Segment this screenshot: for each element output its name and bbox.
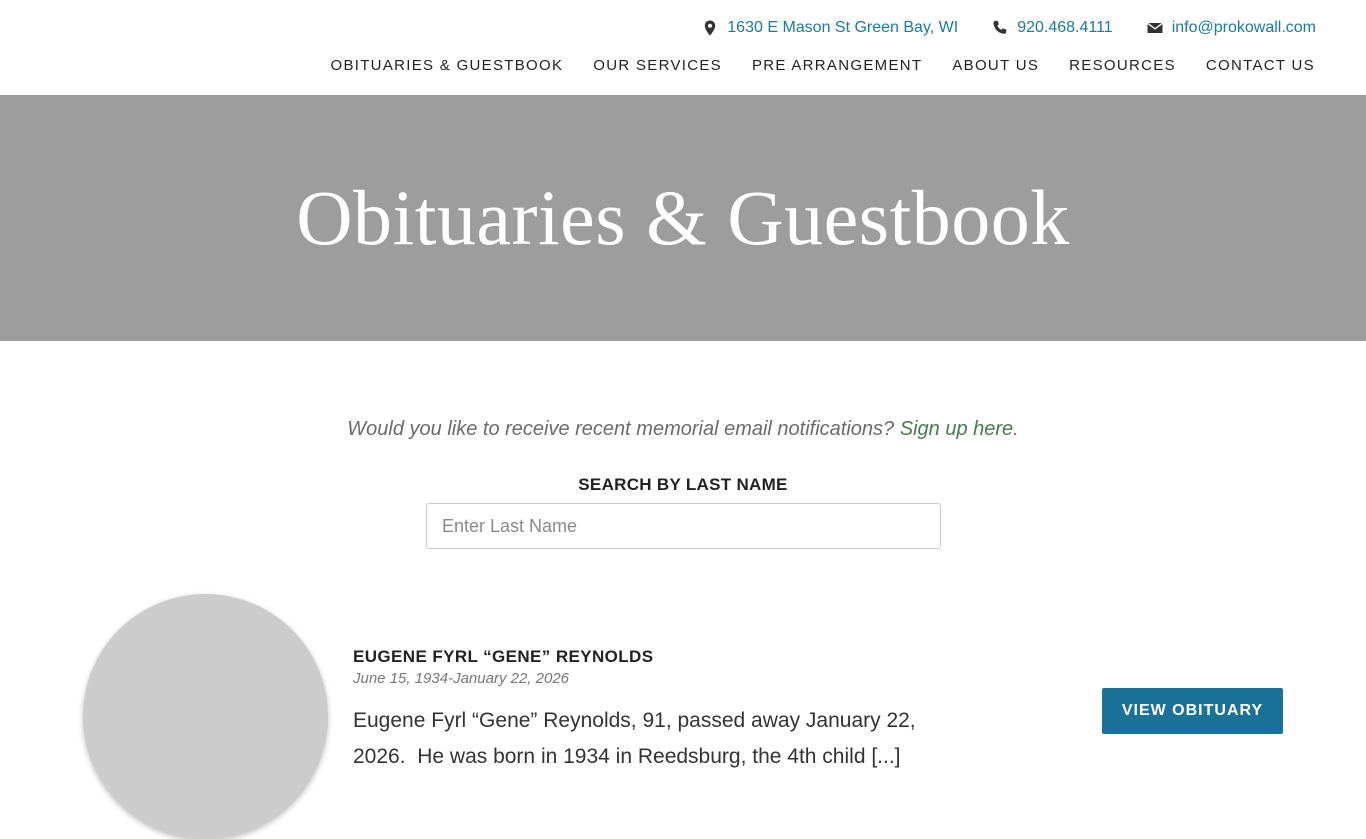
- signup-suffix: .: [1013, 418, 1019, 440]
- signup-prompt: Would you like to receive recent memoria…: [0, 416, 1366, 442]
- view-obituary-button[interactable]: VIEW OBITUARY: [1102, 688, 1283, 734]
- email-link[interactable]: info@prokowall.com: [1172, 18, 1316, 38]
- phone-link[interactable]: 920.468.4111: [1017, 18, 1113, 38]
- nav-item-pre-arrangement[interactable]: PRE ARRANGEMENT: [752, 57, 922, 75]
- last-name-search-input[interactable]: [426, 503, 941, 549]
- map-pin-icon: [705, 20, 716, 36]
- email-contact[interactable]: info@prokowall.com: [1146, 18, 1316, 38]
- nav-item-obituaries[interactable]: OBITUARIES & GUESTBOOK: [330, 57, 563, 75]
- contact-bar: 1630 E Mason St Green Bay, WI 920.468.41…: [702, 18, 1316, 38]
- page-title: Obituaries & Guestbook: [296, 174, 1070, 261]
- obituary-photo-placeholder[interactable]: [83, 594, 328, 839]
- obituary-dates: June 15, 1934-January 22, 2026: [353, 670, 569, 687]
- nav-item-about[interactable]: ABOUT US: [952, 57, 1039, 75]
- nav-item-services[interactable]: OUR SERVICES: [593, 57, 722, 75]
- signup-link[interactable]: Sign up here: [900, 418, 1013, 440]
- main-nav: OBITUARIES & GUESTBOOK OUR SERVICES PRE …: [330, 57, 1315, 75]
- obituary-name[interactable]: EUGENE FYRL “GENE” REYNOLDS: [353, 647, 653, 667]
- nav-item-contact[interactable]: CONTACT US: [1206, 57, 1315, 75]
- signup-text: Would you like to receive recent memoria…: [347, 418, 900, 440]
- phone-contact[interactable]: 920.468.4111: [992, 18, 1113, 38]
- site-header: 1630 E Mason St Green Bay, WI 920.468.41…: [0, 0, 1366, 95]
- search-label: SEARCH BY LAST NAME: [578, 475, 788, 494]
- envelope-icon: [1146, 22, 1163, 33]
- address-link[interactable]: 1630 E Mason St Green Bay, WI: [727, 18, 958, 38]
- hero-banner: Obituaries & Guestbook: [0, 95, 1366, 341]
- phone-icon: [993, 20, 1007, 34]
- obituary-excerpt: Eugene Fyrl “Gene” Reynolds, 91, passed …: [353, 709, 916, 768]
- nav-item-resources[interactable]: RESOURCES: [1069, 57, 1176, 75]
- address-contact[interactable]: 1630 E Mason St Green Bay, WI: [702, 18, 958, 38]
